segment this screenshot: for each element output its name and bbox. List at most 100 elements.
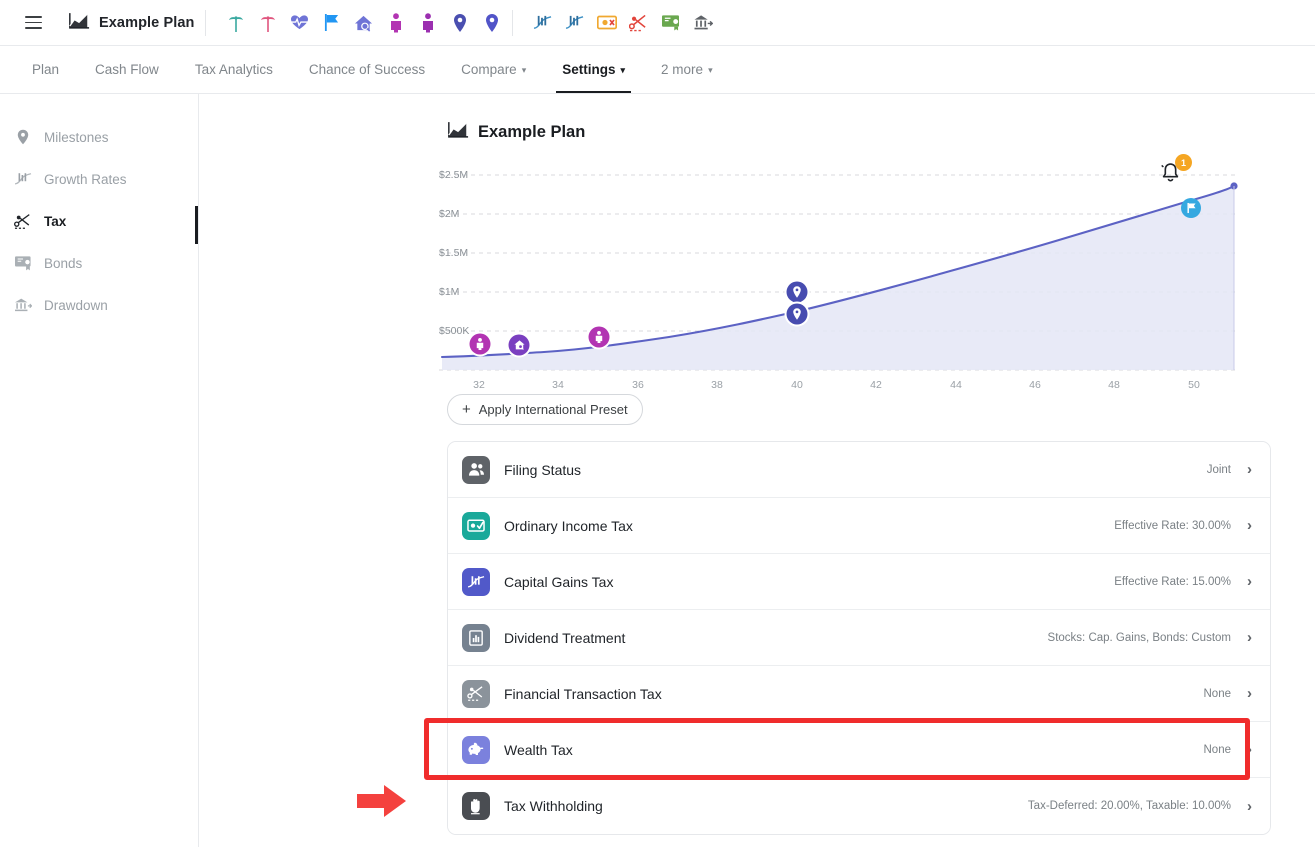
toolbar-divider-1 bbox=[205, 10, 206, 36]
bond-icon[interactable] bbox=[661, 12, 681, 34]
hand-stop-icon bbox=[462, 792, 490, 820]
settings-row-wealth-tax[interactable]: Wealth Tax None › bbox=[448, 722, 1270, 778]
settings-row-label: Wealth Tax bbox=[504, 742, 1204, 758]
apply-international-preset-button[interactable]: + Apply International Preset bbox=[447, 394, 643, 425]
plus-icon: + bbox=[462, 402, 471, 417]
brand-title: Example Plan bbox=[99, 15, 195, 31]
x-tick-label: 44 bbox=[950, 379, 962, 391]
x-tick-label: 48 bbox=[1108, 379, 1120, 391]
settings-row-dividend-treatment[interactable]: Dividend Treatment Stocks: Cap. Gains, B… bbox=[448, 610, 1270, 666]
chevron-right-icon[interactable]: › bbox=[1247, 630, 1252, 645]
settings-row-financial-transaction-tax[interactable]: Financial Transaction Tax None › bbox=[448, 666, 1270, 722]
x-tick-label: 38 bbox=[711, 379, 723, 391]
sidebar-item-bonds[interactable]: Bonds bbox=[0, 242, 198, 284]
scissors-icon[interactable] bbox=[629, 12, 649, 34]
portfolio-projection-chart[interactable]: $2.5M $2M $1.5M $1M $500K 32 34 36 38 40… bbox=[439, 157, 1249, 372]
palm-tree-teal-icon[interactable] bbox=[226, 12, 246, 34]
x-tick-label: 34 bbox=[552, 379, 564, 391]
tab-plan-label: Plan bbox=[32, 62, 59, 77]
chevron-right-icon[interactable]: › bbox=[1247, 462, 1252, 477]
chart-marker-person-2[interactable] bbox=[589, 327, 610, 348]
tab-chance-of-success[interactable]: Chance of Success bbox=[291, 46, 443, 93]
y-tick-label: $1.5M bbox=[439, 247, 468, 259]
chevron-down-icon: ▾ bbox=[621, 65, 626, 76]
flag-icon[interactable] bbox=[322, 12, 342, 34]
chevron-down-icon: ▾ bbox=[522, 65, 527, 76]
x-tick-label: 50 bbox=[1188, 379, 1200, 391]
settings-row-label: Capital Gains Tax bbox=[504, 574, 1114, 590]
settings-row-value: None bbox=[1204, 744, 1232, 756]
page-title: Example Plan bbox=[478, 123, 585, 142]
settings-row-label: Tax Withholding bbox=[504, 798, 1028, 814]
settings-row-capital-gains-tax[interactable]: Capital Gains Tax Effective Rate: 15.00%… bbox=[448, 554, 1270, 610]
y-tick-label: $2M bbox=[439, 208, 459, 220]
settings-row-value: Effective Rate: 30.00% bbox=[1114, 520, 1231, 532]
tab-2-more[interactable]: 2 more ▾ bbox=[643, 46, 731, 93]
settings-row-value: None bbox=[1204, 688, 1232, 700]
chart-marker-flag-end[interactable] bbox=[1181, 198, 1201, 218]
person-purple-icon[interactable] bbox=[418, 12, 438, 34]
flag-icon bbox=[1186, 202, 1197, 214]
brand-plan-button[interactable]: Example Plan bbox=[68, 11, 195, 35]
map-pin-indigo-icon[interactable] bbox=[450, 12, 470, 34]
tab-settings-label: Settings bbox=[562, 62, 615, 77]
settings-row-value: Effective Rate: 15.00% bbox=[1114, 576, 1231, 588]
growth-chart-icon[interactable] bbox=[533, 12, 553, 34]
chart-logo-icon bbox=[447, 120, 469, 144]
tab-compare-label: Compare bbox=[461, 62, 517, 77]
chevron-right-icon[interactable]: › bbox=[1247, 686, 1252, 701]
y-tick-label: $500K bbox=[439, 325, 469, 337]
sidebar-item-growth-rates[interactable]: Growth Rates bbox=[0, 158, 198, 200]
chart-marker-person-1[interactable] bbox=[470, 334, 491, 355]
tab-compare[interactable]: Compare ▾ bbox=[443, 46, 544, 93]
map-pin-blue-icon[interactable] bbox=[482, 12, 502, 34]
sidebar-item-tax[interactable]: Tax bbox=[0, 200, 198, 242]
hamburger-icon[interactable] bbox=[18, 8, 48, 38]
growth-chart-2-icon[interactable] bbox=[565, 12, 585, 34]
x-tick-label: 46 bbox=[1029, 379, 1041, 391]
map-pin-icon bbox=[14, 128, 32, 146]
settings-row-label: Ordinary Income Tax bbox=[504, 518, 1114, 534]
apply-international-preset-label: Apply International Preset bbox=[479, 402, 628, 417]
settings-row-value: Tax-Deferred: 20.00%, Taxable: 10.00% bbox=[1028, 800, 1231, 812]
notification-bell-button[interactable]: 1 bbox=[1159, 161, 1185, 187]
x-tick-label: 42 bbox=[870, 379, 882, 391]
tab-settings[interactable]: Settings ▾ bbox=[544, 46, 643, 93]
settings-row-tax-withholding[interactable]: Tax Withholding Tax-Deferred: 20.00%, Ta… bbox=[448, 778, 1270, 834]
palm-tree-pink-icon[interactable] bbox=[258, 12, 278, 34]
money-x-icon[interactable] bbox=[597, 12, 617, 34]
house-search-icon[interactable] bbox=[354, 12, 374, 34]
sidebar-item-milestones[interactable]: Milestones bbox=[0, 116, 198, 158]
chevron-right-icon[interactable]: › bbox=[1247, 742, 1252, 757]
active-section-indicator bbox=[195, 206, 198, 244]
person-magenta-icon[interactable] bbox=[386, 12, 406, 34]
tab-cash-flow-label: Cash Flow bbox=[95, 62, 159, 77]
tab-cash-flow[interactable]: Cash Flow bbox=[77, 46, 177, 93]
chevron-right-icon[interactable]: › bbox=[1247, 518, 1252, 533]
main-tab-bar: Plan Cash Flow Tax Analytics Chance of S… bbox=[0, 46, 1315, 94]
settings-row-ordinary-income-tax[interactable]: Ordinary Income Tax Effective Rate: 30.0… bbox=[448, 498, 1270, 554]
toolbar-icon-group-1 bbox=[226, 12, 502, 34]
sidebar-item-label: Tax bbox=[44, 214, 66, 229]
tab-2-more-label: 2 more bbox=[661, 62, 703, 77]
chart-marker-milestone-upper[interactable] bbox=[787, 282, 808, 303]
chart-marker-house[interactable] bbox=[509, 335, 530, 356]
chevron-right-icon[interactable]: › bbox=[1247, 799, 1252, 814]
tab-plan[interactable]: Plan bbox=[14, 46, 77, 93]
red-pointer-arrow bbox=[357, 783, 407, 819]
people-icon bbox=[462, 456, 490, 484]
sidebar-item-label: Growth Rates bbox=[44, 172, 127, 187]
bank-out-icon bbox=[14, 296, 32, 314]
sidebar-item-label: Bonds bbox=[44, 256, 82, 271]
bank-out-icon[interactable] bbox=[693, 12, 713, 34]
chevron-right-icon[interactable]: › bbox=[1247, 574, 1252, 589]
settings-row-value: Stocks: Cap. Gains, Bonds: Custom bbox=[1048, 632, 1231, 644]
heartbeat-icon[interactable] bbox=[290, 12, 310, 34]
sidebar-item-drawdown[interactable]: Drawdown bbox=[0, 284, 198, 326]
chart-canvas bbox=[439, 157, 1249, 372]
settings-row-filing-status[interactable]: Filing Status Joint › bbox=[448, 442, 1270, 498]
content-area: Milestones Growth Rates Tax Bonds Drawdo… bbox=[0, 94, 1315, 847]
chart-marker-milestone-lower[interactable] bbox=[787, 304, 808, 325]
tab-tax-analytics-label: Tax Analytics bbox=[195, 62, 273, 77]
tab-tax-analytics[interactable]: Tax Analytics bbox=[177, 46, 291, 93]
